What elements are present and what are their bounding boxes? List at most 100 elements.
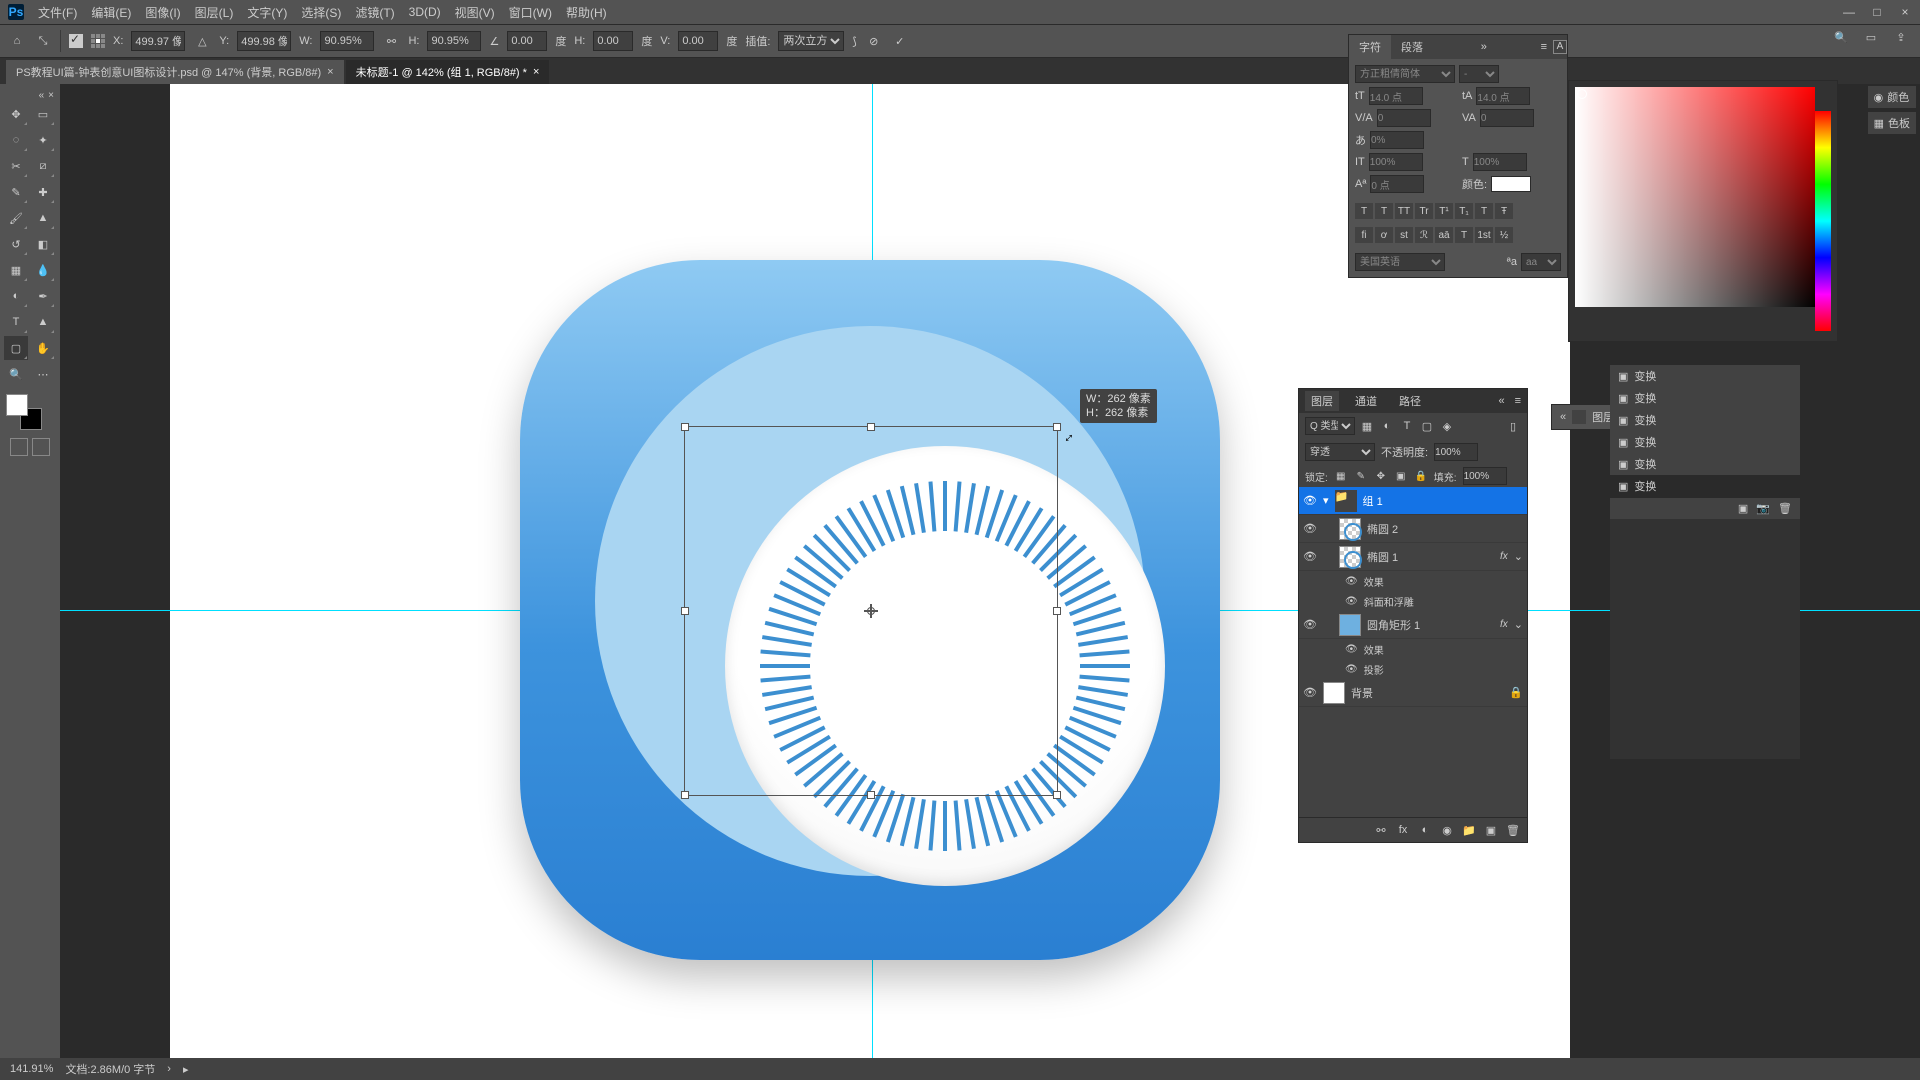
reference-point-grid[interactable] — [91, 34, 105, 48]
vskew-field[interactable] — [678, 31, 718, 51]
char-style-button[interactable]: Tr — [1415, 203, 1433, 219]
transform-center[interactable] — [864, 604, 878, 618]
document-tab[interactable]: 未标题-1 @ 142% (组 1, RGB/8#) * × — [346, 60, 550, 84]
lock-icon[interactable]: 🔒 — [1509, 686, 1523, 699]
foreground-color-swatch[interactable] — [6, 394, 28, 416]
font-style-select[interactable]: - — [1459, 65, 1499, 83]
history-row[interactable]: ▣变换 — [1610, 387, 1800, 409]
menu-edit[interactable]: 编辑(E) — [91, 4, 131, 21]
maximize-icon[interactable]: □ — [1870, 5, 1884, 19]
mask-icon[interactable]: ◐ — [1417, 822, 1433, 838]
visibility-icon[interactable]: 👁 — [1345, 644, 1358, 655]
menu-window[interactable]: 窗口(W) — [509, 4, 552, 21]
lock-move-icon[interactable]: ✥ — [1374, 469, 1388, 483]
char-style-button[interactable]: T¹ — [1435, 203, 1453, 219]
crop-tool-icon[interactable]: ✂ — [4, 154, 28, 178]
transform-bbox[interactable] — [684, 426, 1058, 796]
slice-tool-icon[interactable]: ⧄ — [31, 154, 55, 178]
fx-badge[interactable]: fx — [1500, 619, 1508, 630]
filter-kind-select[interactable]: Q 类型 — [1305, 417, 1355, 435]
w-field[interactable] — [320, 31, 374, 51]
lasso-tool-icon[interactable]: ◌ — [4, 128, 28, 152]
history-row[interactable]: ▣变换 — [1610, 431, 1800, 453]
menu-3d[interactable]: 3D(D) — [409, 5, 441, 19]
menu-select[interactable]: 选择(S) — [301, 4, 341, 21]
standard-mode-icon[interactable] — [10, 438, 28, 456]
color-marker[interactable] — [1577, 89, 1587, 99]
status-menu-icon[interactable]: ▸ — [183, 1063, 189, 1076]
zoom-value[interactable]: 141.91% — [10, 1063, 53, 1075]
new-snapshot-icon[interactable]: ▣ — [1738, 502, 1748, 515]
tab-character[interactable]: 字符 — [1349, 35, 1391, 59]
filter-toggle[interactable]: ▯ — [1505, 418, 1521, 434]
filter-smart-icon[interactable]: ◈ — [1439, 418, 1455, 434]
menu-view[interactable]: 视图(V) — [455, 4, 495, 21]
visibility-icon[interactable]: 👁 — [1303, 494, 1317, 507]
char-opentype-button[interactable]: aā — [1435, 227, 1453, 243]
color-field[interactable] — [1575, 87, 1815, 307]
eyedropper-tool-icon[interactable]: ✎ — [4, 180, 28, 204]
doc-size-value[interactable]: 文档:2.86M/0 字节 — [65, 1061, 155, 1077]
history-row[interactable]: ▣变换 — [1610, 365, 1800, 387]
visibility-icon[interactable]: 👁 — [1345, 664, 1358, 675]
history-row[interactable]: ▣变换 — [1610, 453, 1800, 475]
tab-paths[interactable]: 路径 — [1393, 391, 1427, 411]
move-tool-icon[interactable]: ✥ — [4, 102, 28, 126]
handle-n[interactable] — [867, 423, 875, 431]
visibility-icon[interactable]: 👁 — [1303, 522, 1317, 535]
delete-layer-icon[interactable]: 🗑 — [1505, 822, 1521, 838]
fill-field[interactable] — [1463, 467, 1507, 485]
chevron-down-icon[interactable]: ▾ — [1323, 494, 1329, 507]
fx-row[interactable]: 👁斜面和浮雕 — [1299, 591, 1527, 611]
tsume-field[interactable] — [1370, 131, 1424, 149]
heal-tool-icon[interactable]: ✚ — [31, 180, 55, 204]
new-layer-icon[interactable]: ▣ — [1483, 822, 1499, 838]
dock-swatches-tab[interactable]: ▦色板 — [1868, 112, 1916, 134]
visibility-icon[interactable]: 👁 — [1345, 576, 1358, 587]
y-field[interactable] — [237, 31, 291, 51]
workspace-icon[interactable]: ▭ — [1862, 28, 1880, 46]
lock-all-icon[interactable]: 🔒 — [1414, 469, 1428, 483]
link-layers-icon[interactable]: ⚯ — [1373, 822, 1389, 838]
warp-icon[interactable]: ⟆ — [852, 35, 856, 48]
cancel-transform-icon[interactable]: ⊘ — [865, 32, 883, 50]
hand-tool-icon[interactable]: ✋ — [31, 336, 55, 360]
blend-mode-select[interactable]: 穿透 — [1305, 443, 1375, 461]
font-family-select[interactable]: 方正粗倩简体 — [1355, 65, 1455, 83]
reference-point-toggle[interactable] — [69, 34, 83, 48]
handle-se[interactable] — [1053, 791, 1061, 799]
handle-sw[interactable] — [681, 791, 689, 799]
toolbox-collapse-icon[interactable]: « — [39, 90, 45, 100]
text-color-chip[interactable] — [1491, 176, 1531, 192]
lang-select[interactable]: 美国英语 — [1355, 253, 1445, 271]
layer-row[interactable]: 👁 椭圆 2 — [1299, 515, 1527, 543]
lock-pixels-icon[interactable]: ▦ — [1334, 469, 1348, 483]
handle-e[interactable] — [1053, 607, 1061, 615]
panel-collapse-icon[interactable]: » — [1475, 41, 1493, 53]
lock-position-icon[interactable]: ✎ — [1354, 469, 1368, 483]
gradient-tool-icon[interactable]: ▦ — [4, 258, 28, 282]
delete-state-icon[interactable]: 🗑 — [1778, 502, 1792, 515]
menu-file[interactable]: 文件(F) — [38, 4, 77, 21]
char-opentype-button[interactable]: T — [1455, 227, 1473, 243]
type-tool-icon[interactable]: T — [4, 310, 28, 334]
dock-color-tab[interactable]: ◉颜色 — [1868, 86, 1916, 108]
fx-row[interactable]: 👁效果 — [1299, 571, 1527, 591]
char-style-button[interactable]: T — [1475, 203, 1493, 219]
layer-row[interactable]: 👁 背景 🔒 — [1299, 679, 1527, 707]
stamp-tool-icon[interactable]: ▲ — [31, 206, 55, 230]
pen-tool-icon[interactable]: ✒ — [31, 284, 55, 308]
hscale-field[interactable] — [1473, 153, 1527, 171]
layer-row[interactable]: 👁 圆角矩形 1 fx ⌄ — [1299, 611, 1527, 639]
transform-tool-icon[interactable]: ⤡ — [34, 32, 52, 50]
color-swatches[interactable] — [4, 392, 44, 432]
document-tab[interactable]: PS教程UI篇-钟表创意UI图标设计.psd @ 147% (背景, RGB/8… — [6, 60, 344, 84]
char-style-button[interactable]: T₁ — [1455, 203, 1473, 219]
tab-channels[interactable]: 通道 — [1349, 391, 1383, 411]
layer-row[interactable]: 👁 椭圆 1 fx ⌄ — [1299, 543, 1527, 571]
char-style-button[interactable]: T — [1375, 203, 1393, 219]
delta-icon[interactable]: △ — [193, 32, 211, 50]
filter-adjust-icon[interactable]: ◐ — [1379, 418, 1395, 434]
share-icon[interactable]: ⇪ — [1892, 28, 1910, 46]
close-icon[interactable]: × — [1898, 5, 1912, 19]
